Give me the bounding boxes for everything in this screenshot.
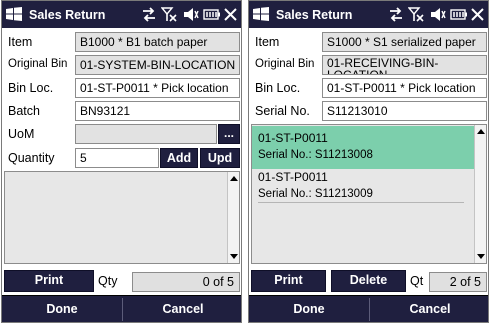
battery-icon[interactable] xyxy=(450,7,468,22)
scroll-down-icon[interactable] xyxy=(230,254,238,259)
windows-start-icon[interactable] xyxy=(6,7,22,21)
scroll-down-icon[interactable] xyxy=(477,254,485,259)
scroll-up-icon[interactable] xyxy=(230,176,238,181)
done-button[interactable]: Done xyxy=(2,296,122,322)
item-label: Item xyxy=(255,35,280,49)
bottom-bar: Done Cancel xyxy=(249,295,488,322)
delete-button[interactable]: Delete xyxy=(331,270,406,292)
batch-label: Batch xyxy=(8,104,40,118)
volume-icon[interactable] xyxy=(430,7,446,22)
quantity-field[interactable]: 5 xyxy=(75,148,159,168)
scroll-up-icon[interactable] xyxy=(477,129,485,134)
batch-field[interactable]: BN93121 xyxy=(75,101,240,121)
bin-loc-field[interactable]: 01-ST-P0011 * Pick location xyxy=(322,78,487,98)
original-bin-field: 01-RECEIVING-BIN-LOCATION xyxy=(322,55,487,75)
original-bin-label: Original Bin xyxy=(255,58,315,70)
list-item[interactable]: 01-ST-P0011 Serial No.: S11213008 xyxy=(252,126,481,169)
item-field: B1000 * B1 batch paper xyxy=(75,32,240,52)
bottom-bar: Done Cancel xyxy=(2,295,241,322)
serial-no-field[interactable]: S11213010 xyxy=(322,101,487,121)
status-icons xyxy=(141,7,237,22)
right-screen: Sales Return Item S1000 * S1 serialized … xyxy=(248,0,489,323)
add-button[interactable]: Add xyxy=(160,148,198,168)
window-title: Sales Return xyxy=(29,8,106,22)
quantity-label: Quantity xyxy=(8,151,55,165)
no-signal-icon[interactable] xyxy=(408,7,425,22)
qty-label: Qty xyxy=(98,274,118,288)
qty-counter: 0 of 5 xyxy=(132,272,240,292)
bin-loc-field[interactable]: 01-ST-P0011 * Pick location xyxy=(75,78,240,98)
original-bin-label: Original Bin xyxy=(8,58,68,70)
uom-lookup-button[interactable]: ... xyxy=(218,124,240,144)
title-bar: Sales Return xyxy=(249,1,488,28)
cancel-button[interactable]: Cancel xyxy=(370,296,488,322)
qty-counter: 2 of 5 xyxy=(429,272,487,292)
serial-no-label: Serial No. xyxy=(255,104,310,118)
list-item-bin: 01-ST-P0011 xyxy=(258,170,328,184)
serial-list[interactable]: 01-ST-P0011 Serial No.: S11213008 01-ST-… xyxy=(251,124,487,264)
window-title: Sales Return xyxy=(276,8,353,22)
close-icon[interactable] xyxy=(471,7,484,22)
item-field: S1000 * S1 serialized paper xyxy=(322,32,487,52)
print-button[interactable]: Print xyxy=(4,270,94,292)
cancel-button[interactable]: Cancel xyxy=(123,296,241,322)
list-scrollbar[interactable] xyxy=(227,172,239,263)
list-item-bin: 01-ST-P0011 xyxy=(258,131,328,145)
title-bar: Sales Return xyxy=(2,1,241,28)
item-label: Item xyxy=(8,35,33,49)
bin-loc-label: Bin Loc. xyxy=(255,81,301,95)
bin-loc-label: Bin Loc. xyxy=(8,81,54,95)
left-screen: Sales Return Item B1000 * B1 batch paper… xyxy=(1,0,242,323)
update-button[interactable]: Upd xyxy=(200,148,240,168)
uom-field[interactable] xyxy=(75,124,217,144)
no-signal-icon[interactable] xyxy=(161,7,178,22)
status-icons xyxy=(388,7,484,22)
list-item-serial: Serial No.: S11213009 xyxy=(258,188,373,200)
done-button[interactable]: Done xyxy=(249,296,369,322)
original-bin-field: 01-SYSTEM-BIN-LOCATION xyxy=(75,55,240,75)
list-item-serial: Serial No.: S11213008 xyxy=(258,149,373,161)
battery-icon[interactable] xyxy=(203,7,221,22)
sync-icon[interactable] xyxy=(388,7,404,22)
sync-icon[interactable] xyxy=(141,7,157,22)
entries-list[interactable] xyxy=(4,171,240,264)
close-icon[interactable] xyxy=(224,7,237,22)
windows-start-icon[interactable] xyxy=(253,7,269,21)
print-button[interactable]: Print xyxy=(251,270,326,292)
uom-label: UoM xyxy=(8,127,35,141)
list-divider xyxy=(258,202,464,203)
qty-label: Qt xyxy=(410,274,424,288)
list-scrollbar[interactable] xyxy=(474,125,486,263)
volume-icon[interactable] xyxy=(183,7,199,22)
